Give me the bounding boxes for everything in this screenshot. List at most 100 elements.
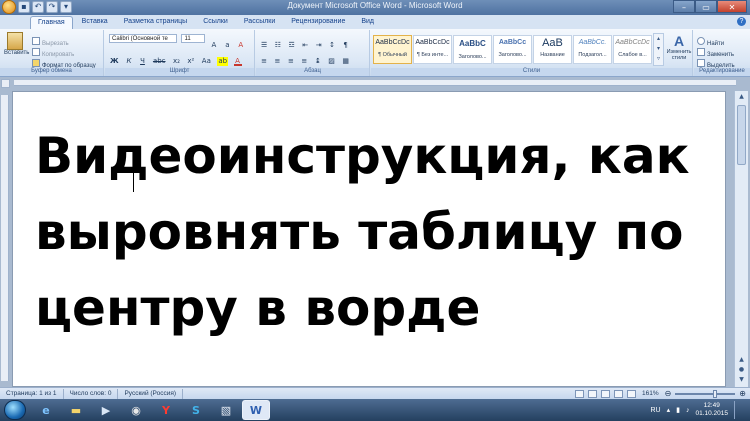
- paste-button[interactable]: Вставить: [4, 32, 30, 56]
- show-marks-icon[interactable]: ¶: [342, 41, 350, 50]
- superscript-icon[interactable]: x²: [186, 57, 195, 66]
- web-layout-view-icon[interactable]: [600, 389, 610, 398]
- numbering-icon[interactable]: ☷: [274, 41, 282, 50]
- style-sample: AaBbCcDc: [415, 39, 450, 46]
- scroll-up-icon[interactable]: ▲: [736, 92, 747, 102]
- ruler-toggle[interactable]: [1, 79, 10, 88]
- borders-icon[interactable]: ▦: [341, 57, 350, 66]
- word-taskbar-icon[interactable]: W: [242, 400, 270, 420]
- style-normal[interactable]: AaBbCcDc ¶ Обычный: [373, 35, 412, 64]
- shading-icon[interactable]: ▨: [327, 57, 336, 66]
- volume-icon[interactable]: ♪: [686, 407, 690, 414]
- font-name-combo[interactable]: Calibri (Основной те: [109, 34, 177, 43]
- tab-review[interactable]: Рецензирование: [284, 16, 352, 29]
- outline-view-icon[interactable]: [613, 389, 623, 398]
- bullets-icon[interactable]: ☰: [260, 41, 268, 50]
- align-left-icon[interactable]: ≡: [260, 57, 268, 66]
- word-count[interactable]: Число слов: 0: [64, 388, 119, 399]
- chrome-icon[interactable]: ◉: [122, 400, 150, 420]
- style-title[interactable]: AaB Название: [533, 35, 572, 64]
- align-center-icon[interactable]: ≡: [273, 57, 281, 66]
- horizontal-ruler[interactable]: [14, 80, 736, 86]
- window-controls: – ▭ ✕: [673, 0, 747, 13]
- highlight-icon[interactable]: ab: [217, 57, 229, 66]
- paste-label: Вставить: [4, 50, 30, 56]
- justify-icon[interactable]: ≡: [300, 57, 308, 66]
- change-styles-button[interactable]: A Изменить стили: [666, 33, 692, 61]
- skype-icon[interactable]: S: [182, 400, 210, 420]
- page-count[interactable]: Страница: 1 из 1: [0, 388, 64, 399]
- zoom-in-icon[interactable]: ⊕: [739, 389, 746, 398]
- full-screen-view-icon[interactable]: [587, 389, 597, 398]
- print-layout-view-icon[interactable]: [574, 389, 584, 398]
- grow-font-icon[interactable]: A: [210, 41, 218, 50]
- vertical-scrollbar[interactable]: ▲ ▲ ● ▼: [734, 91, 748, 387]
- style-name: Подзагол...: [578, 52, 607, 58]
- file-explorer-icon[interactable]: ▬: [62, 400, 90, 420]
- prev-page-icon[interactable]: ▲: [736, 355, 747, 365]
- sort-icon[interactable]: ↕: [328, 41, 336, 50]
- next-page-icon[interactable]: ▼: [736, 375, 747, 385]
- select-icon: [697, 58, 705, 67]
- zoom-out-icon[interactable]: ⊖: [665, 389, 672, 398]
- tab-page-layout[interactable]: Разметка страницы: [117, 16, 195, 29]
- media-player-icon[interactable]: ▶: [92, 400, 120, 420]
- zoom-slider[interactable]: [675, 389, 736, 398]
- change-styles-icon: A: [673, 33, 685, 49]
- font-group: Calibri (Основной те 11 A a A Ж К Ч abc …: [105, 30, 255, 76]
- document-page[interactable]: Видеоинструкция, как выровнять таблицу п…: [12, 91, 726, 387]
- scroll-thumb[interactable]: [737, 105, 746, 165]
- vertical-ruler[interactable]: [1, 95, 9, 381]
- paint-icon[interactable]: ▧: [212, 400, 240, 420]
- font-color-icon[interactable]: A: [233, 57, 242, 66]
- tray-arrow-icon[interactable]: ▴: [667, 406, 671, 414]
- change-case-icon[interactable]: Aa: [201, 57, 212, 66]
- help-icon[interactable]: ?: [737, 17, 746, 26]
- line-spacing-icon[interactable]: ↨: [314, 57, 322, 66]
- style-heading-2[interactable]: AaBbCc Заголово...: [493, 35, 532, 64]
- bold-icon[interactable]: Ж: [109, 57, 120, 66]
- strikethrough-icon[interactable]: abc: [152, 57, 167, 66]
- tab-home[interactable]: Главная: [30, 16, 73, 29]
- document-text[interactable]: Видеоинструкция, как выровнять таблицу п…: [35, 118, 715, 346]
- show-desktop-button[interactable]: [734, 401, 742, 419]
- style-sample: AaBbCc.: [578, 39, 607, 46]
- maximize-button[interactable]: ▭: [695, 0, 717, 13]
- change-styles-label: Изменить стили: [666, 49, 692, 61]
- shrink-font-icon[interactable]: a: [223, 41, 231, 50]
- paste-icon: [7, 32, 23, 50]
- increase-indent-icon[interactable]: ⇥: [315, 41, 323, 50]
- subscript-icon[interactable]: x₂: [172, 57, 181, 66]
- tab-references[interactable]: Ссылки: [196, 16, 235, 29]
- styles-scroll[interactable]: ▴ ▾ ▿: [653, 33, 664, 66]
- start-button[interactable]: [4, 400, 26, 420]
- tab-mailings[interactable]: Рассылки: [237, 16, 282, 29]
- minimize-button[interactable]: –: [673, 0, 695, 13]
- browse-object-icon[interactable]: ●: [736, 365, 747, 375]
- language-indicator-tray[interactable]: RU: [650, 407, 660, 414]
- style-heading-1[interactable]: AaBbC Заголово...: [453, 35, 492, 64]
- style-subtitle[interactable]: AaBbCc. Подзагол...: [573, 35, 612, 64]
- yandex-browser-icon[interactable]: Y: [152, 400, 180, 420]
- language-indicator[interactable]: Русский (Россия): [118, 388, 184, 399]
- clear-formatting-icon[interactable]: A: [237, 41, 245, 50]
- network-icon[interactable]: ▮: [676, 406, 680, 414]
- style-subtle-emphasis[interactable]: AaBbCcDc Слабое в...: [613, 35, 652, 64]
- clock[interactable]: 12:49 01.10.2015: [695, 402, 728, 418]
- style-name: ¶ Без инте...: [416, 52, 449, 58]
- align-right-icon[interactable]: ≡: [287, 57, 295, 66]
- decrease-indent-icon[interactable]: ⇤: [301, 41, 309, 50]
- multilevel-list-icon[interactable]: ☲: [287, 41, 295, 50]
- tab-view[interactable]: Вид: [354, 16, 381, 29]
- close-button[interactable]: ✕: [717, 0, 747, 13]
- underline-icon[interactable]: Ч: [138, 57, 146, 66]
- draft-view-icon[interactable]: [626, 389, 636, 398]
- font-size-combo[interactable]: 11: [181, 34, 206, 43]
- tab-insert[interactable]: Вставка: [75, 16, 115, 29]
- zoom-level[interactable]: 161%: [640, 389, 661, 399]
- italic-icon[interactable]: К: [125, 57, 133, 66]
- internet-explorer-icon[interactable]: e: [32, 400, 60, 420]
- style-no-spacing[interactable]: AaBbCcDc ¶ Без инте...: [413, 35, 452, 64]
- brush-icon: [32, 58, 40, 67]
- zoom-slider-thumb[interactable]: [713, 389, 718, 398]
